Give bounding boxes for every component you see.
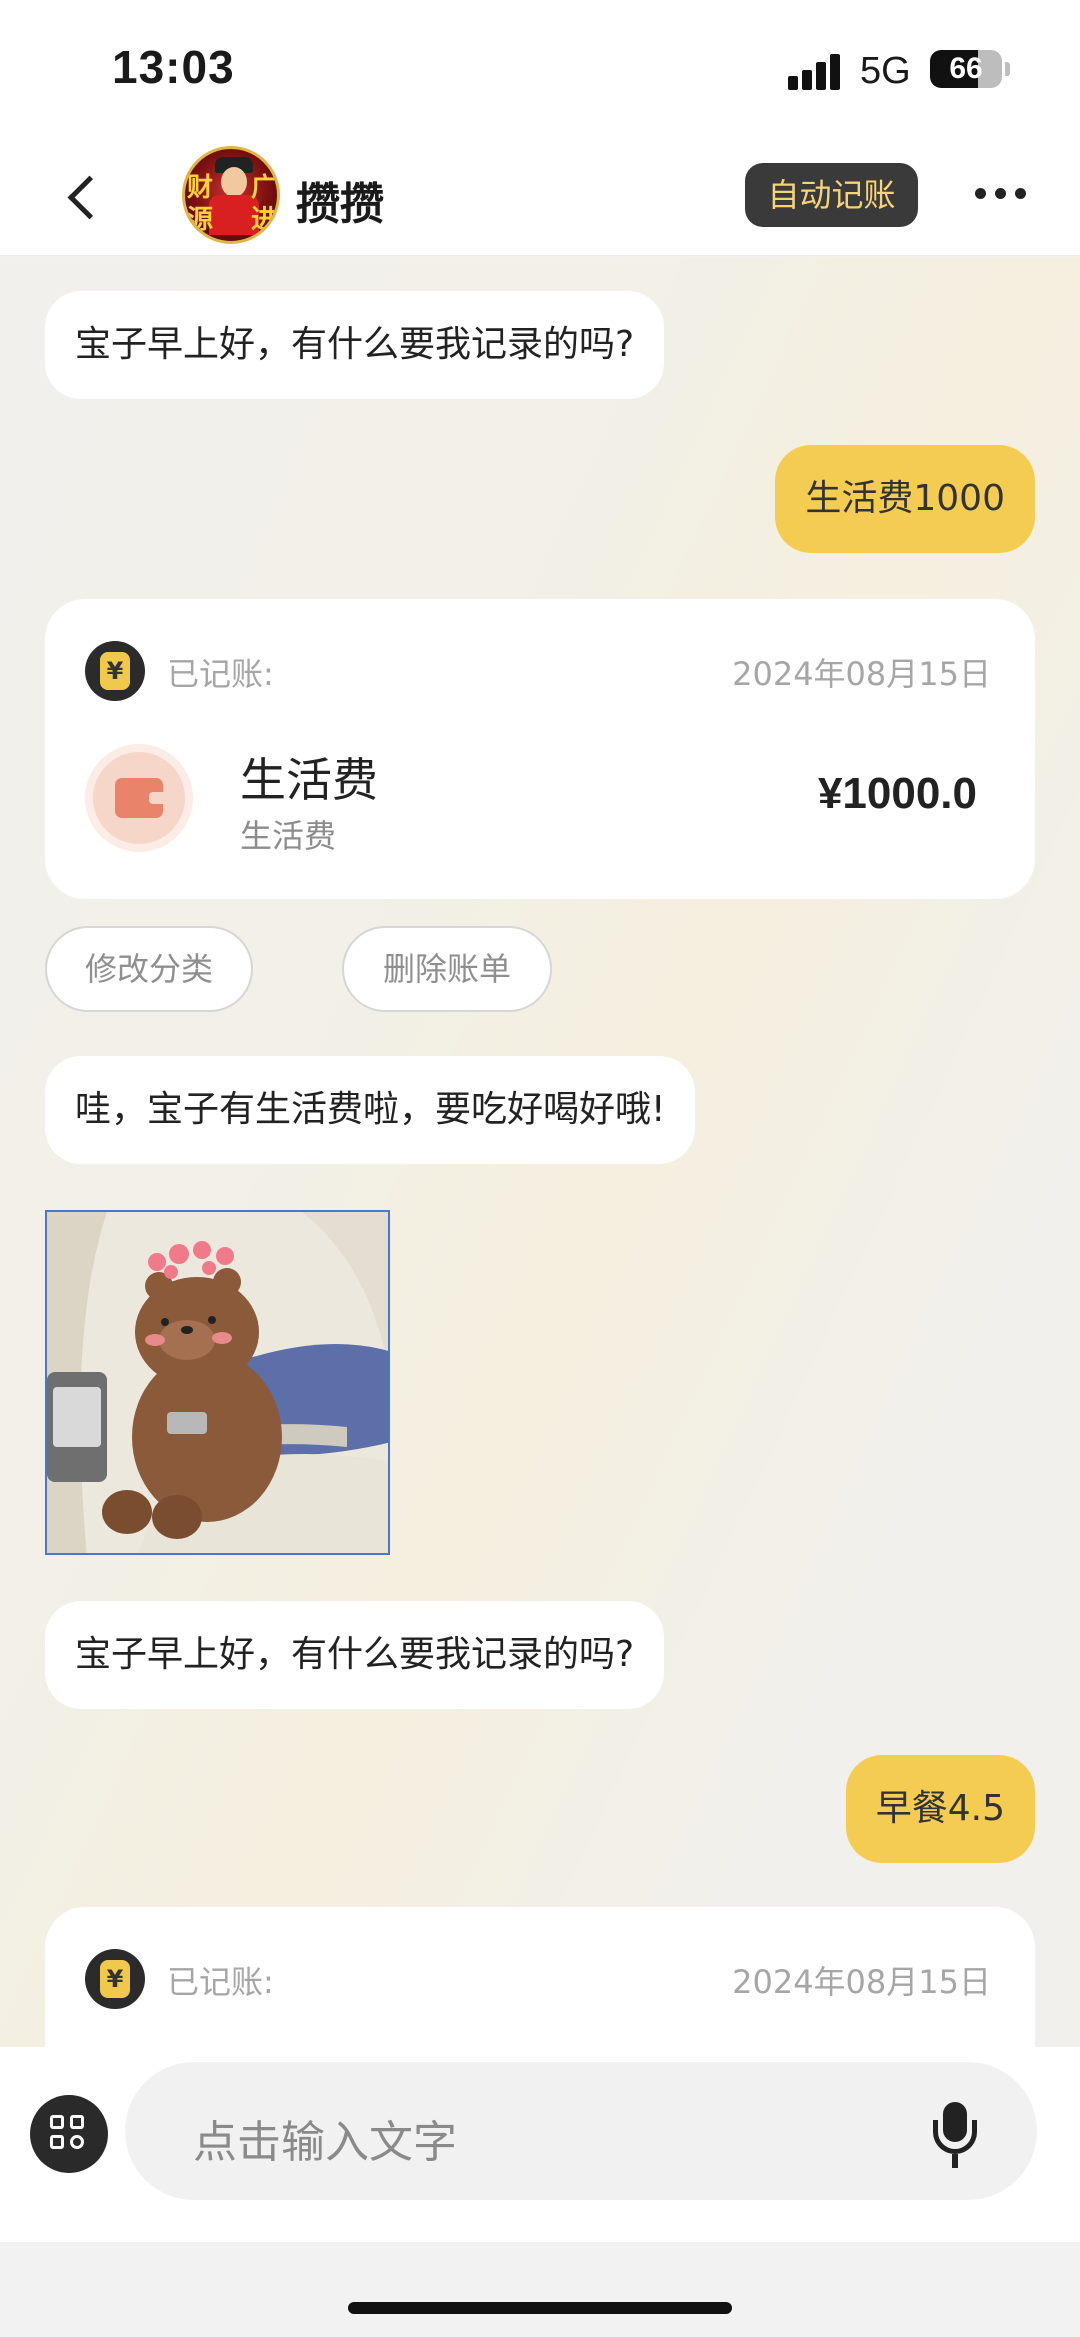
signal-icon bbox=[788, 52, 848, 90]
bear-sticker-illustration bbox=[47, 1212, 388, 1553]
bot-message: 宝子早上好，有什么要我记录的吗? bbox=[45, 291, 665, 399]
input-bar: 点击输入文字 bbox=[0, 2047, 1080, 2242]
coin-icon bbox=[85, 1949, 145, 2009]
battery-tip bbox=[1005, 62, 1010, 76]
record-subcategory: 生活费 bbox=[240, 817, 337, 855]
coin-icon bbox=[85, 641, 145, 701]
record-card[interactable]: 已记账: 2024年08月15日 生活费 生活费 ¥1000.0 bbox=[45, 599, 1035, 899]
home-indicator[interactable] bbox=[348, 2302, 732, 2314]
category-icon bbox=[85, 744, 193, 852]
more-icon[interactable] bbox=[975, 184, 1031, 204]
apps-grid-icon[interactable] bbox=[30, 2095, 108, 2173]
record-date: 2024年08月15日 bbox=[732, 1963, 991, 2001]
wallet-icon bbox=[115, 778, 163, 818]
battery-level: 66 bbox=[949, 52, 983, 85]
edit-category-button[interactable]: 修改分类 bbox=[45, 926, 253, 1012]
chat-title: 攒攒 bbox=[296, 179, 384, 230]
bot-message: 宝子早上好，有什么要我记录的吗? bbox=[45, 1601, 665, 1709]
bear-sticker-image[interactable] bbox=[45, 1210, 390, 1555]
status-bar: 13:03 5G 66 bbox=[0, 0, 1080, 140]
message-input[interactable]: 点击输入文字 bbox=[125, 2062, 1037, 2200]
microphone-icon[interactable] bbox=[925, 2102, 985, 2172]
record-label: 已记账: bbox=[167, 1963, 274, 2001]
chat-area[interactable]: 宝子早上好，有什么要我记录的吗? 生活费1000 已记账: 2024年08月15… bbox=[0, 257, 1080, 2047]
home-area bbox=[0, 2242, 1080, 2337]
status-time: 13:03 bbox=[112, 41, 235, 93]
record-amount: ¥1000.0 bbox=[817, 769, 977, 818]
record-label: 已记账: bbox=[167, 655, 274, 693]
bot-message: 哇，宝子有生活费啦，要吃好喝好哦! bbox=[45, 1056, 696, 1164]
user-message: 早餐4.5 bbox=[845, 1755, 1035, 1863]
input-placeholder: 点击输入文字 bbox=[193, 2117, 457, 2168]
delete-bill-button[interactable]: 删除账单 bbox=[342, 926, 552, 1012]
chat-header: 财 源 广 进 攒攒 自动记账 bbox=[0, 140, 1080, 256]
record-category: 生活费 bbox=[240, 753, 378, 807]
back-icon[interactable] bbox=[60, 172, 110, 222]
network-label: 5G bbox=[860, 50, 911, 92]
avatar-face bbox=[221, 167, 247, 197]
record-card[interactable]: 已记账: 2024年08月15日 bbox=[45, 1907, 1035, 2047]
avatar[interactable]: 财 源 广 进 bbox=[182, 146, 280, 244]
auto-record-button[interactable]: 自动记账 bbox=[745, 163, 918, 227]
record-date: 2024年08月15日 bbox=[732, 655, 991, 693]
avatar-glyph: 进 bbox=[251, 205, 278, 235]
battery-icon: 66 bbox=[930, 50, 1002, 88]
avatar-glyph: 源 bbox=[187, 205, 214, 235]
user-message: 生活费1000 bbox=[775, 445, 1035, 553]
